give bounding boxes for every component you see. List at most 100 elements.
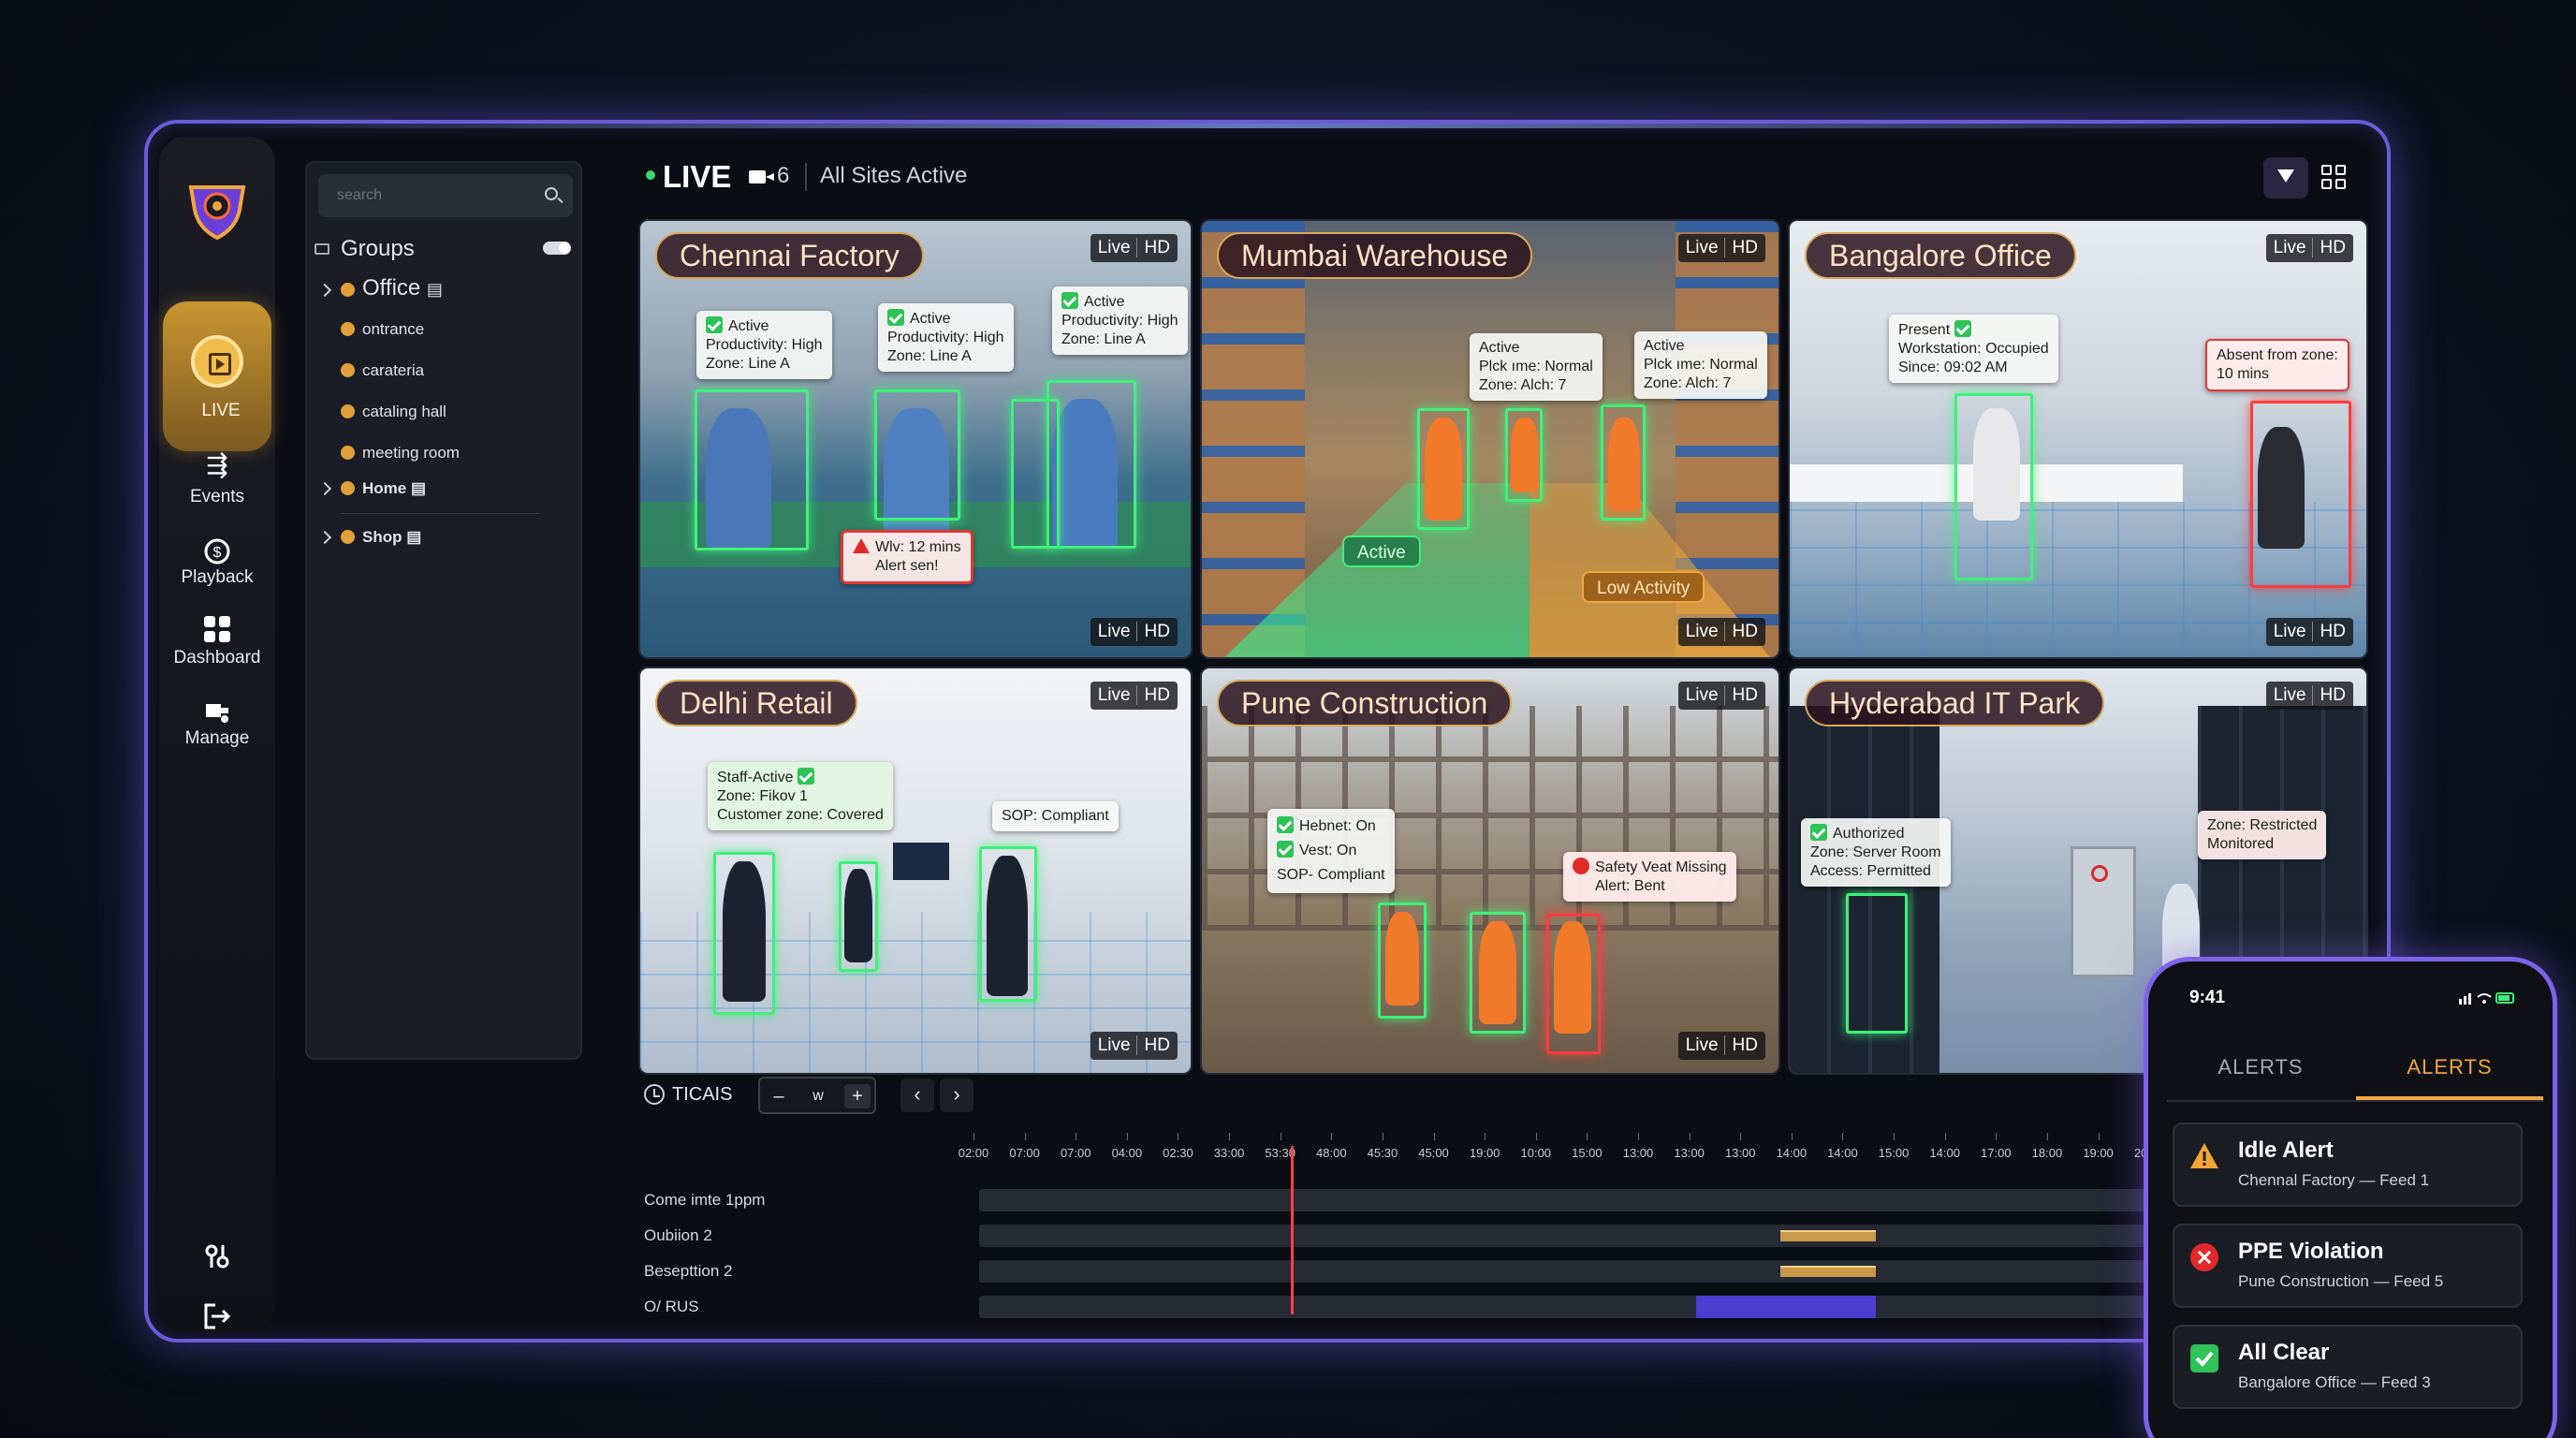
check-icon	[2190, 1344, 2218, 1372]
tick-label: 17:00	[1981, 1146, 2012, 1160]
tree-item-cataling-hall[interactable]: catali͏ng hall	[341, 403, 446, 421]
search-icon[interactable]	[545, 187, 558, 200]
alert-detail: 10 mins	[2217, 366, 2270, 382]
camera-count: 6	[777, 163, 790, 188]
check-icon	[1061, 292, 1078, 309]
nav-dashboard-label: Dashboard	[173, 648, 261, 668]
ppe-status-card: Hebnet: On Vest: On SOP- Compliant	[1267, 809, 1395, 893]
tree-item-label: catali͏ng hall	[362, 403, 446, 420]
app-logo	[188, 185, 246, 241]
tick-mark	[1740, 1133, 1742, 1140]
tree-item-shop[interactable]: Shop ▤	[317, 528, 421, 547]
tree-item-cafeteria[interactable]: cara͏teria	[341, 361, 424, 380]
timeline-track[interactable]	[979, 1296, 2312, 1318]
tick-mark	[1842, 1133, 1844, 1140]
grid-layout-icon[interactable]	[2321, 165, 2348, 191]
alert-title: Idle Alert	[2238, 1137, 2334, 1163]
tree-item-ontrance[interactable]: ontrance	[341, 320, 424, 339]
live-hd-badge: Live HD	[1090, 234, 1178, 262]
tick-mark	[1024, 1133, 1026, 1140]
detection-box	[839, 861, 878, 972]
tree-item-meeting-room[interactable]: meeting room	[341, 444, 460, 462]
feed-delhi-retail[interactable]: Delhi Retail Live HD Live HD Staff-Active …	[638, 667, 1193, 1075]
tree-item-office[interactable]: Office ▤	[317, 275, 443, 301]
error-icon	[1573, 858, 1589, 874]
search-input[interactable]: search	[318, 174, 573, 217]
shelving	[1202, 221, 1305, 657]
live-hd-badge: Live HD	[1090, 682, 1178, 710]
nav-live-label: LIVE	[201, 401, 241, 420]
alert-detail: Alert sen!	[875, 558, 939, 574]
timeline-track[interactable]	[979, 1225, 2312, 1247]
settings-sliders-icon[interactable]	[200, 1241, 234, 1271]
timeline-track[interactable]	[979, 1189, 2312, 1211]
detection-box	[1417, 408, 1470, 530]
tick-label: 04:00	[1111, 1146, 1143, 1160]
timeline-next-button[interactable]: ›	[940, 1078, 973, 1112]
feed-chennai-factory[interactable]: Chennai Factory Live HD Live HD Active Prod…	[638, 219, 1193, 659]
status-zone: Zone: Alch: 7	[1479, 377, 1567, 393]
status-dot-icon	[341, 363, 355, 377]
live-label: Live	[1685, 622, 1719, 641]
live-label: Live	[2273, 622, 2306, 641]
tick-label: 07:00	[1060, 1146, 1091, 1160]
status-text: Active	[1479, 340, 1520, 356]
absence-alert-card: Absent from zone: 10 mins	[2205, 339, 2349, 391]
timeline-prev-button[interactable]: ‹	[900, 1078, 934, 1112]
tick-label: 14:00	[1827, 1146, 1858, 1160]
helmet-status: Hebnet: On	[1299, 818, 1376, 834]
event-segment[interactable]	[1780, 1230, 1876, 1241]
status-detail: Productivity: High	[706, 337, 823, 353]
feed-bangalore-office[interactable]: Bangalore Office Live HD Live HD Present W…	[1788, 219, 2368, 659]
detection-box	[1954, 393, 2033, 580]
tick-label: 15:00	[1572, 1146, 1603, 1160]
detection-box	[1505, 408, 1543, 502]
detection-box	[979, 846, 1037, 1002]
idle-alert-card: Wlv: 12 mins Alert sen!	[841, 530, 973, 584]
alert-item[interactable]: Idle Alert Chennal Factory — Feed 1	[2173, 1123, 2523, 1207]
warning-icon	[2190, 1143, 2218, 1168]
chevron-right-icon	[317, 530, 332, 545]
feed-title: Pune Construction	[1217, 680, 1513, 726]
folder-icon	[315, 243, 329, 255]
groups-toggle[interactable]	[543, 242, 571, 255]
feed-pune-construction[interactable]: Pune Construction Live HD Live HD Hebnet: …	[1200, 667, 1780, 1075]
event-segment[interactable]	[1780, 1266, 1876, 1277]
quality-label: HD	[2311, 685, 2346, 705]
logout-icon[interactable]	[202, 1301, 232, 1331]
divider	[805, 163, 807, 191]
live-hd-badge: Live HD	[1090, 1032, 1178, 1060]
phone-tab-alerts-active[interactable]: ALERTS	[2356, 1055, 2543, 1079]
timeline-track[interactable]	[979, 1260, 2312, 1283]
phone-tab-alerts[interactable]: ALERTS	[2167, 1055, 2354, 1079]
timeline-row-label: O/ RUS	[644, 1298, 699, 1315]
event-segment[interactable]	[1696, 1296, 1876, 1318]
detection-box	[1378, 902, 1427, 1019]
tick-label: 13:00	[1674, 1146, 1705, 1160]
feed-mumbai-warehouse[interactable]: Mumbai Warehouse Live HD Live HD Active Plc…	[1200, 219, 1780, 659]
quality-label: HD	[1723, 238, 1758, 257]
groups-heading: Groups	[341, 236, 415, 261]
monitor-frame: LIVE ⇶ Events $ Playback Dashboard Manag…	[144, 120, 2391, 1343]
sop-status: SOP- Compliant	[1277, 867, 1385, 883]
group-tree-panel: search Groups Office ▤ ontrance cara͏ter…	[305, 161, 582, 1060]
alert-item[interactable]: PPE Violation Pune Construction — Feed 5	[2173, 1224, 2523, 1308]
tick-mark	[2046, 1133, 2048, 1140]
nav-live-button[interactable]: LIVE	[163, 301, 271, 451]
status-zone: Zone: Line A	[706, 356, 790, 372]
live-label: Live	[1097, 238, 1131, 257]
zoom-in-button[interactable]: +	[844, 1084, 871, 1108]
playhead-cursor[interactable]	[1291, 1146, 1294, 1314]
check-icon	[1277, 841, 1294, 858]
check-icon	[706, 316, 723, 333]
nav-playback-label: Playback	[181, 567, 254, 587]
phone-status-icons	[2459, 992, 2514, 1005]
feed-title: Delhi Retail	[655, 680, 857, 726]
tree-item-label: cara͏teria	[362, 361, 425, 379]
quality-label: HD	[2311, 622, 2346, 641]
alert-item[interactable]: All Clear Bangalore Office — Feed 3	[2173, 1325, 2523, 1409]
zoom-out-button[interactable]: –	[766, 1084, 792, 1108]
tree-item-office-label: Office	[362, 275, 421, 301]
tree-item-home[interactable]: Home ▤	[317, 479, 426, 498]
filter-icon[interactable]	[2263, 157, 2308, 198]
